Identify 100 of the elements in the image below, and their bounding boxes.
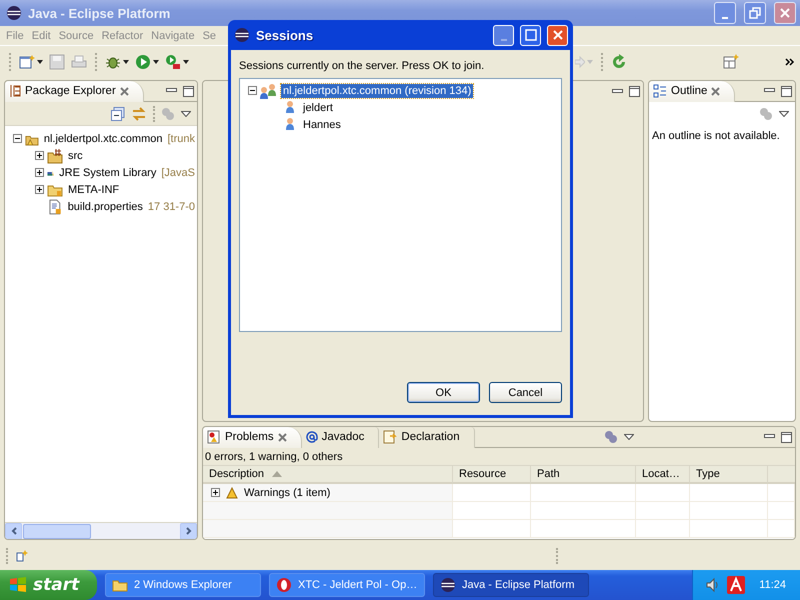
view-tab-title: Javadoc [322,431,364,443]
view-tab-title: Package Explorer [25,85,116,97]
chevron-left-icon [10,527,16,535]
maximize-button[interactable] [781,432,792,442]
scroll-right-button[interactable] [180,522,197,539]
maximize-icon [183,86,194,96]
outline-icon [653,84,667,98]
table-cell [636,520,690,538]
problems-icon [207,430,221,444]
declaration-icon [383,430,398,444]
view-menu-icon [624,434,634,440]
tree-item[interactable]: src [66,148,85,162]
caret-icon [587,60,593,64]
eclipse-icon [440,577,456,593]
maximize-icon [781,432,792,442]
filter-icon [604,430,618,444]
antivirus-icon [727,576,746,594]
chevron-right-icon [186,527,192,535]
tree-item[interactable]: nl.jeldertpol.xtc.common (revision 134) [281,84,474,98]
dialog-button[interactable]: OK [407,382,480,403]
column-header[interactable]: Description [203,466,453,484]
column-header[interactable]: Path [531,466,636,484]
view-tab-title: Problems [225,431,274,443]
taskbar-button[interactable]: 2 Windows Explorer [105,573,261,597]
folder-icon [112,578,128,592]
expand-toggle[interactable] [211,488,220,497]
expand-toggle[interactable] [35,168,44,177]
taskbar-button[interactable]: XTC - Jeldert Pol - Op… [269,573,425,597]
close-icon [711,86,720,96]
table-cell [768,520,795,538]
view-tab[interactable]: Outline [649,81,736,102]
tree-item-decoration: [trunk [167,132,195,144]
print-icon [71,54,87,70]
close-icon [278,432,287,442]
expand-toggle[interactable] [248,86,257,95]
view-tab-title: Declaration [401,431,460,443]
taskbar-button[interactable]: Java - Eclipse Platform [433,573,589,597]
tree-item[interactable]: build.properties [66,200,145,214]
column-header [768,466,795,484]
dialog-title: Sessions [256,28,314,42]
maximize-button[interactable] [781,86,792,96]
view-menu-icon [779,111,789,117]
filter-icon [161,106,175,120]
tree-item[interactable]: JRE System Library [57,166,158,180]
users-icon [260,82,278,98]
collapse-all-button[interactable] [111,106,125,120]
view-menu-icon [181,110,191,116]
collapse-all-icon [111,106,125,120]
minimize-icon [500,38,506,40]
tree-item[interactable]: Hannes [301,118,343,132]
windows-logo-icon [8,576,28,594]
caret-icon [123,60,129,64]
table-cell [636,502,690,520]
caret-icon [153,60,159,64]
column-header[interactable]: Locat… [636,466,690,484]
tree-item[interactable]: META-INF [66,182,122,196]
tree-item-decoration: [JavaS [161,166,195,178]
scroll-left-button[interactable] [5,522,22,539]
maximize-icon [781,86,792,96]
start-button[interactable]: start [0,570,97,600]
warning-icon [226,486,238,498]
caret-icon [183,60,189,64]
table-cell: Warnings (1 item) [244,486,330,498]
expand-toggle[interactable] [35,151,44,160]
view-tab-title: Outline [671,85,708,97]
scrollbar-thumb[interactable] [23,524,91,538]
play-icon [135,54,151,70]
sort-ascending-icon [272,471,282,477]
eclipse-icon [234,27,250,43]
tree-item[interactable]: nl.jeldertpol.xtc.common [42,132,164,146]
forward-arrow-icon [575,56,585,68]
minimize-icon [722,17,728,19]
horizontal-scrollbar[interactable] [5,522,197,539]
document-icon [47,198,63,214]
caret-icon [37,60,43,64]
new-window-icon [19,54,35,70]
maximize-button[interactable] [629,86,640,97]
tree-item[interactable]: jeldert [301,100,335,114]
column-header[interactable]: Resource [453,466,531,484]
link-arrows-icon [131,106,147,120]
maximize-button[interactable] [183,86,194,96]
eclipse-icon [6,5,22,21]
restore-button[interactable] [744,2,766,24]
dialog-button[interactable]: Cancel [489,382,562,403]
view-tab[interactable]: Package Explorer [5,81,144,102]
tree-item-decoration: 17 31-7-0 [148,200,195,212]
refresh-icon [611,54,627,70]
expand-toggle[interactable] [13,134,22,143]
restore-icon [749,7,761,19]
table-cell [636,484,690,502]
view-tab[interactable]: Problems [203,427,302,448]
expand-toggle[interactable] [35,185,44,194]
chevron-right-icon [785,58,795,66]
outline-message: An outline is not available. [651,129,781,144]
view-tab[interactable]: Declaration [379,427,475,448]
close-icon [120,86,129,96]
view-tab[interactable]: Javadoc [302,427,380,448]
source-folder-icon [47,148,63,164]
filter-icon [759,107,773,121]
column-header[interactable]: Type [690,466,768,484]
